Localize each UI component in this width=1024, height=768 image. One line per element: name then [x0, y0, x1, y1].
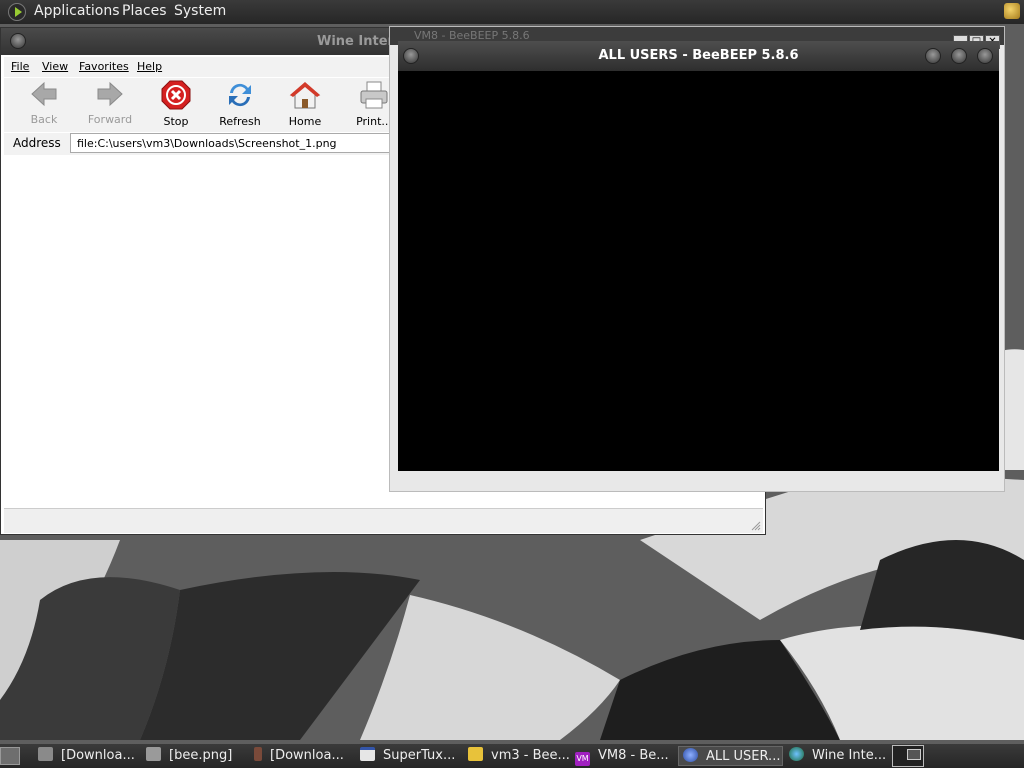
back-label: Back	[30, 113, 58, 126]
status-bar	[4, 508, 763, 533]
menu-places[interactable]: Places	[122, 3, 167, 19]
refresh-button[interactable]: Refresh	[210, 80, 270, 128]
refresh-icon	[229, 83, 251, 107]
task-label: ALL USER...	[706, 749, 781, 764]
menu-help[interactable]: Help	[137, 60, 162, 73]
resize-grip-icon[interactable]	[751, 521, 761, 531]
back-arrow-icon	[31, 81, 57, 107]
menu-view[interactable]: View	[42, 60, 68, 73]
task-label: vm3 - Bee...	[491, 748, 570, 763]
task-label: [Downloa...	[270, 748, 344, 763]
forward-button[interactable]: Forward	[80, 80, 140, 126]
menu-file[interactable]: File	[11, 60, 29, 73]
top-panel: Applications Places System	[0, 0, 1024, 24]
beebeep-all-users-titlebar[interactable]: ALL USERS - BeeBEEP 5.8.6	[398, 41, 999, 71]
task-label: [bee.png]	[169, 748, 233, 763]
applications-logo-icon[interactable]	[8, 3, 26, 21]
stop-button[interactable]: Stop	[146, 80, 206, 128]
workspace-switcher[interactable]	[892, 745, 924, 767]
show-desktop-button[interactable]	[0, 747, 20, 765]
task-vm8-beebeep[interactable]: VM VM8 - Be...	[575, 746, 675, 766]
ie-icon	[789, 747, 804, 761]
vm-icon: VM	[575, 752, 590, 766]
printer-icon	[360, 81, 388, 109]
beebeep-content-area[interactable]	[398, 71, 999, 471]
beebeep-vm8-window: VM8 - BeeBEEP 5.8.6 _□✕ ALL USERS - BeeB…	[389, 26, 1005, 492]
task-label: SuperTux...	[383, 748, 456, 763]
beebeep-all-users-window: ALL USERS - BeeBEEP 5.8.6	[398, 41, 999, 471]
bottom-taskbar: [Downloa... [bee.png] [Downloa... SuperT…	[0, 744, 1024, 768]
task-label: [Downloa...	[61, 748, 135, 763]
window-menu-icon[interactable]	[10, 33, 26, 49]
task-downloads-2[interactable]: [Downloa...	[254, 746, 354, 766]
task-label: VM8 - Be...	[598, 748, 669, 763]
bee-icon	[468, 747, 483, 761]
task-label: Wine Inte...	[812, 748, 887, 763]
tray-update-icon[interactable]	[1004, 3, 1020, 19]
task-all-users-beebeep[interactable]: ALL USER...	[678, 746, 783, 766]
menu-system[interactable]: System	[174, 3, 226, 19]
window-icon	[360, 747, 375, 761]
beebeep-icon	[683, 748, 698, 762]
close-button[interactable]	[977, 48, 993, 64]
forward-label: Forward	[87, 113, 133, 126]
image-icon	[146, 747, 161, 761]
stop-icon	[161, 80, 191, 110]
maximize-button[interactable]	[951, 48, 967, 64]
task-vm3-beebeep[interactable]: vm3 - Bee...	[468, 746, 570, 766]
task-wine-internet-explorer[interactable]: Wine Inte...	[789, 746, 889, 766]
menu-favorites[interactable]: Favorites	[79, 60, 129, 73]
task-supertux[interactable]: SuperTux...	[360, 746, 460, 766]
home-button[interactable]: Home	[275, 80, 335, 128]
forward-arrow-icon	[97, 81, 123, 107]
menu-applications[interactable]: Applications	[34, 3, 120, 19]
task-downloads-1[interactable]: [Downloa...	[38, 746, 142, 766]
refresh-label: Refresh	[219, 115, 261, 128]
stop-label: Stop	[163, 115, 189, 128]
minimize-button[interactable]	[925, 48, 941, 64]
home-label: Home	[288, 115, 322, 128]
folder-icon	[38, 747, 53, 761]
task-bee-png[interactable]: [bee.png]	[146, 746, 246, 766]
beebeep-all-users-title: ALL USERS - BeeBEEP 5.8.6	[598, 48, 799, 63]
download-icon	[254, 747, 262, 761]
home-icon	[289, 82, 321, 109]
address-label: Address	[13, 136, 61, 150]
back-button[interactable]: Back	[14, 80, 74, 126]
